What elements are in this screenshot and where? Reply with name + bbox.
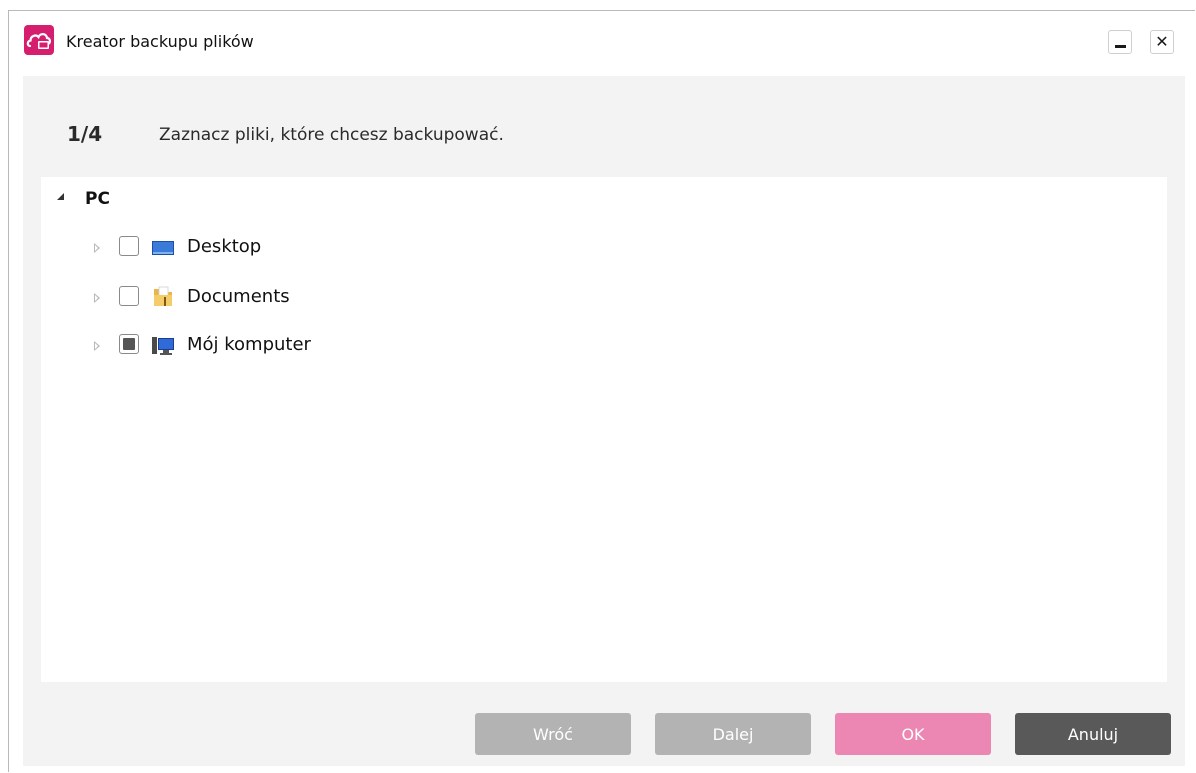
minimize-icon [1114, 44, 1126, 48]
window-title: Kreator backupu plików [66, 32, 254, 51]
computer-icon [151, 334, 175, 356]
tree-item-label: Documents [187, 286, 290, 307]
file-tree[interactable]: PC Desktop Documents Mój komputer [41, 177, 1167, 682]
tree-item-documents[interactable]: Documents [41, 284, 441, 314]
expand-arrow-icon[interactable] [94, 243, 100, 253]
checkbox-documents[interactable] [119, 286, 139, 306]
collapse-arrow-icon[interactable] [57, 193, 64, 200]
back-button[interactable]: Wróć [475, 713, 631, 755]
folder-icon [151, 286, 175, 308]
tree-item-desktop[interactable]: Desktop [41, 234, 441, 264]
tree-root-label: PC [85, 189, 110, 209]
tree-item-label: Desktop [187, 236, 262, 257]
close-icon: ✕ [1155, 32, 1169, 51]
wizard-window: Kreator backupu plików ✕ 1/4 Zaznacz pli… [8, 10, 1195, 772]
next-button[interactable]: Dalej [655, 713, 811, 755]
minimize-button[interactable] [1108, 30, 1132, 54]
tree-item-label: Mój komputer [187, 334, 311, 355]
cloud-icon [24, 25, 54, 55]
step-instruction: Zaznacz pliki, które chcesz backupować. [159, 125, 504, 145]
wizard-content: 1/4 Zaznacz pliki, które chcesz backupow… [23, 76, 1185, 766]
ok-button[interactable]: OK [835, 713, 991, 755]
checkbox-desktop[interactable] [119, 236, 139, 256]
tree-root-pc[interactable]: PC [41, 177, 441, 209]
desktop-icon [151, 236, 175, 258]
cancel-button[interactable]: Anuluj [1015, 713, 1171, 755]
close-button[interactable]: ✕ [1150, 30, 1174, 54]
expand-arrow-icon[interactable] [94, 293, 100, 303]
step-counter: 1/4 [67, 122, 103, 146]
expand-arrow-icon[interactable] [94, 341, 100, 351]
checkbox-my-computer[interactable] [119, 334, 139, 354]
tree-item-my-computer[interactable]: Mój komputer [41, 332, 441, 362]
title-bar: Kreator backupu plików ✕ [9, 11, 1195, 69]
